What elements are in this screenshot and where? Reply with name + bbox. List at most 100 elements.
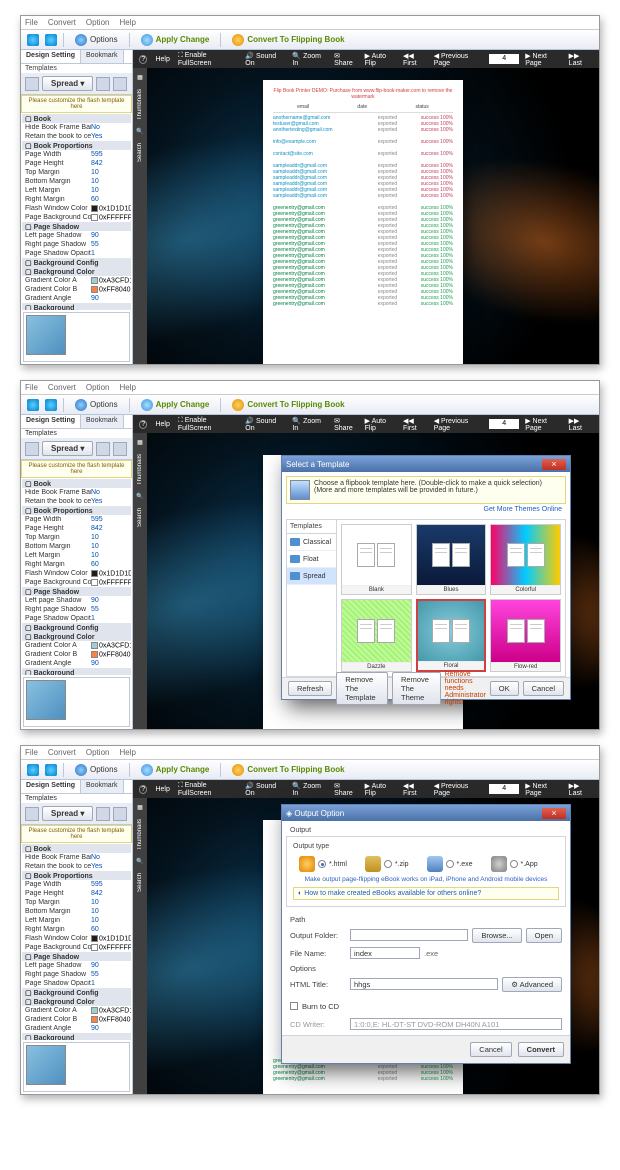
templates-label: Templates bbox=[21, 64, 132, 73]
path-label: Path bbox=[286, 913, 566, 926]
burn-cd-label: Burn to CD bbox=[302, 1002, 339, 1011]
next-page-button[interactable]: ▶ Next Page bbox=[525, 52, 562, 67]
first-page-button[interactable]: ◀◀ First bbox=[403, 52, 428, 67]
radio-icon bbox=[318, 860, 326, 868]
open-button[interactable]: Open bbox=[526, 928, 562, 943]
cd-writer-select[interactable]: 1:0:0,E: HL-DT-ST DVD-ROM DH40N A101 bbox=[350, 1018, 562, 1030]
category-classical[interactable]: Classical bbox=[287, 534, 336, 551]
file-ext: .exe bbox=[424, 949, 438, 958]
thumbnails-icon[interactable]: ▦ bbox=[137, 74, 143, 81]
screenshot-2: FileConvertOptionHelp Options Apply Chan… bbox=[20, 380, 600, 730]
browse-button[interactable]: Browse... bbox=[472, 928, 521, 943]
category-float[interactable]: Float bbox=[287, 551, 336, 568]
output-exe[interactable]: *.exe bbox=[427, 856, 473, 872]
convert-button[interactable]: Convert bbox=[518, 1042, 564, 1057]
template-preview-icon bbox=[290, 480, 310, 500]
gear-icon bbox=[75, 34, 87, 46]
output-option-dialog: ◈ Output Option× Output Output type *.ht… bbox=[281, 804, 571, 1064]
options-label: Options bbox=[286, 962, 566, 975]
convert-icon bbox=[232, 34, 244, 46]
output-label: Output bbox=[286, 825, 566, 836]
dialog-desc2: (More and more templates will be provide… bbox=[314, 487, 562, 494]
template-grid: Blank Blues Colorful Dazzle Floral Flow-… bbox=[337, 520, 565, 676]
screenshot-1: File Convert Option Help Options Apply C… bbox=[20, 15, 600, 365]
search-label: Search bbox=[137, 143, 143, 162]
menu-convert[interactable]: Convert bbox=[48, 18, 76, 27]
dialog-title: Output Option bbox=[294, 809, 344, 818]
remove-template-button[interactable]: Remove The Template bbox=[336, 672, 388, 705]
dialog-desc: Choose a flipbook template here. (Double… bbox=[314, 480, 562, 487]
remove-theme-button[interactable]: Remove The Theme bbox=[392, 672, 441, 705]
close-icon[interactable]: × bbox=[542, 459, 566, 470]
share-button[interactable]: ✉ Share bbox=[334, 52, 359, 67]
output-app[interactable]: *.App bbox=[491, 856, 538, 872]
dialog-title: Select a Template bbox=[286, 460, 349, 469]
template-hint: Please customize the flash template here bbox=[21, 95, 132, 113]
nav-back-icon[interactable] bbox=[27, 34, 39, 46]
menu-option[interactable]: Option bbox=[86, 18, 110, 27]
howto-link[interactable]: ◐ How to make created eBooks available f… bbox=[293, 887, 559, 900]
zip-icon bbox=[365, 856, 381, 872]
viewer-toolbar: ?Help ⛶ Enable FullScreen 🔊 Sound On 🔍 Z… bbox=[133, 50, 599, 68]
sidebar-preview bbox=[23, 312, 130, 362]
category-spread[interactable]: Spread bbox=[287, 568, 336, 585]
viewer-side-rail: ▦ Thumbnails 🔍 Search bbox=[133, 68, 147, 364]
screenshot-3: FileConvertOptionHelp Options Apply Chan… bbox=[20, 745, 600, 1095]
template-floral[interactable]: Floral bbox=[416, 599, 487, 672]
output-folder-input[interactable] bbox=[350, 929, 468, 941]
ok-button[interactable]: OK bbox=[490, 681, 519, 696]
advanced-button[interactable]: ⚙ Advanced bbox=[502, 977, 562, 992]
sound-button[interactable]: 🔊 Sound On bbox=[245, 52, 284, 67]
thumbnails-label: Thumbnails bbox=[137, 89, 143, 120]
flipbook-page[interactable]: Flip Book Printer DEMO: Purchase from ww… bbox=[263, 80, 463, 364]
app-icon bbox=[491, 856, 507, 872]
options-button[interactable]: Options bbox=[70, 33, 123, 47]
template-blank[interactable]: Blank bbox=[341, 524, 412, 595]
template-icon[interactable] bbox=[25, 77, 39, 91]
template-action-1[interactable] bbox=[96, 77, 110, 91]
page-input[interactable]: 4 bbox=[489, 54, 519, 64]
nav-fwd-icon[interactable] bbox=[45, 34, 57, 46]
refresh-icon bbox=[141, 34, 153, 46]
burn-cd-checkbox[interactable] bbox=[290, 1002, 298, 1010]
html-icon bbox=[299, 856, 315, 872]
menu-help[interactable]: Help bbox=[119, 18, 135, 27]
last-page-button[interactable]: ▶▶ Last bbox=[569, 52, 593, 67]
tab-design-setting[interactable]: Design Setting bbox=[21, 50, 81, 63]
toolbar: Options Apply Change Convert To Flipping… bbox=[21, 30, 599, 50]
refresh-button[interactable]: Refresh bbox=[288, 681, 332, 696]
help-icon[interactable]: ? bbox=[139, 55, 147, 64]
apply-change-button[interactable]: Apply Change bbox=[136, 33, 215, 47]
prev-page-button[interactable]: ◀ Previous Page bbox=[434, 52, 484, 67]
cancel-button[interactable]: Cancel bbox=[523, 681, 564, 696]
template-blues[interactable]: Blues bbox=[416, 524, 487, 595]
preview-area: ?Help ⛶ Enable FullScreen 🔊 Sound On 🔍 Z… bbox=[133, 50, 599, 364]
property-list: ▢ Book Hide Book Frame BarNo Retain the … bbox=[21, 113, 132, 310]
template-dazzle[interactable]: Dazzle bbox=[341, 599, 412, 672]
watermark-text: Flip Book Printer DEMO: Purchase from ww… bbox=[273, 88, 453, 100]
exe-icon bbox=[427, 856, 443, 872]
cancel-button[interactable]: Cancel bbox=[470, 1042, 511, 1057]
admin-warning: Remove functions needs Administrator rig… bbox=[445, 671, 486, 706]
zoom-button[interactable]: 🔍 Zoom In bbox=[292, 52, 326, 67]
template-colorful[interactable]: Colorful bbox=[490, 524, 561, 595]
search-icon[interactable]: 🔍 bbox=[136, 128, 143, 135]
output-zip[interactable]: *.zip bbox=[365, 856, 409, 872]
select-template-dialog: Select a Template × Choose a flipbook tem… bbox=[281, 455, 571, 700]
convert-button[interactable]: Convert To Flipping Book bbox=[227, 33, 349, 47]
filename-input[interactable]: index bbox=[350, 947, 420, 959]
sidebar: Design Setting Bookmark Templates Spread… bbox=[21, 50, 133, 364]
fullscreen-button[interactable]: ⛶ Enable FullScreen bbox=[178, 52, 237, 67]
html-title-input[interactable]: hhgs bbox=[350, 978, 498, 990]
get-more-themes-link[interactable]: Get More Themes Online bbox=[286, 504, 566, 515]
menubar: File Convert Option Help bbox=[21, 16, 599, 30]
autoflip-button[interactable]: ▶ Auto Flip bbox=[365, 52, 397, 67]
spread-button[interactable]: Spread ▾ bbox=[42, 76, 93, 91]
template-action-2[interactable] bbox=[113, 77, 127, 91]
tab-bookmark[interactable]: Bookmark bbox=[81, 50, 124, 63]
output-html[interactable]: *.html bbox=[299, 856, 347, 872]
template-flow-red[interactable]: Flow-red bbox=[490, 599, 561, 672]
close-icon[interactable]: × bbox=[542, 808, 566, 819]
menu-file[interactable]: File bbox=[25, 18, 38, 27]
output-hint: Make output page-flipping eBook works on… bbox=[293, 876, 559, 883]
